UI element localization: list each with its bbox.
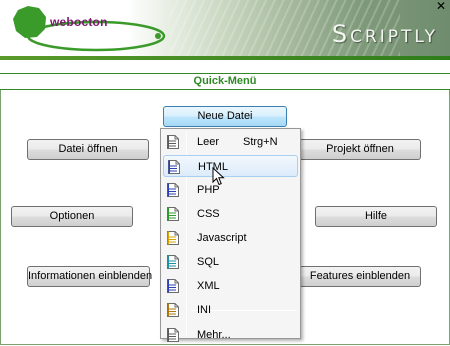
more-files-icon — [167, 328, 179, 342]
menu-item-label: Leer — [197, 136, 220, 148]
javascript-file-icon — [167, 231, 179, 245]
open-project-button[interactable]: Projekt öffnen — [299, 139, 421, 160]
menu-item[interactable]: CSS — [163, 203, 298, 225]
menu-item-label: Javascript — [197, 232, 247, 244]
php-file-icon — [167, 183, 179, 197]
menu-item-label: INI — [197, 304, 212, 316]
logo-text: webocton — [50, 15, 108, 29]
menu-item[interactable]: Mehr... — [163, 324, 298, 346]
sql-file-icon — [167, 255, 179, 269]
html-file-icon — [168, 160, 180, 174]
menu-item[interactable]: PHP — [163, 179, 298, 201]
help-button[interactable]: Hilfe — [315, 206, 437, 227]
xml-file-icon — [167, 279, 179, 293]
blank-file-icon — [167, 135, 179, 149]
menu-item-label: CSS — [197, 208, 220, 220]
mouse-cursor-icon — [212, 167, 225, 186]
menu-item[interactable]: INI — [163, 299, 298, 321]
banner-stripe — [0, 56, 450, 60]
header-banner: webocton Scriptly — [0, 0, 450, 60]
ini-file-icon — [167, 303, 179, 317]
open-file-button[interactable]: Datei öffnen — [27, 139, 149, 160]
menu-item[interactable]: Leer Strg+N — [163, 131, 298, 153]
options-button[interactable]: Optionen — [11, 206, 133, 227]
new-file-button[interactable]: Neue Datei — [163, 106, 287, 127]
new-file-menu: Leer Strg+N HTML PHP CSS Javascript SQL XML INI M… — [160, 128, 301, 342]
menu-item[interactable]: Javascript — [163, 227, 298, 249]
close-icon[interactable]: ✕ — [435, 0, 447, 12]
menu-item[interactable]: HTML — [163, 155, 298, 177]
css-file-icon — [167, 207, 179, 221]
menu-item[interactable]: SQL — [163, 251, 298, 273]
show-features-button[interactable]: Features einblenden — [299, 266, 421, 287]
show-info-button[interactable]: Informationen einblenden — [27, 266, 152, 287]
quick-menu-title: Quick-Menü — [0, 73, 450, 90]
app-title: Scriptly — [331, 20, 438, 48]
menu-item-label: XML — [197, 280, 220, 292]
menu-item-shortcut: Strg+N — [243, 136, 278, 148]
menu-item-label: Mehr... — [197, 329, 231, 341]
menu-item-label: SQL — [197, 256, 220, 268]
menu-item[interactable]: XML — [163, 275, 298, 297]
